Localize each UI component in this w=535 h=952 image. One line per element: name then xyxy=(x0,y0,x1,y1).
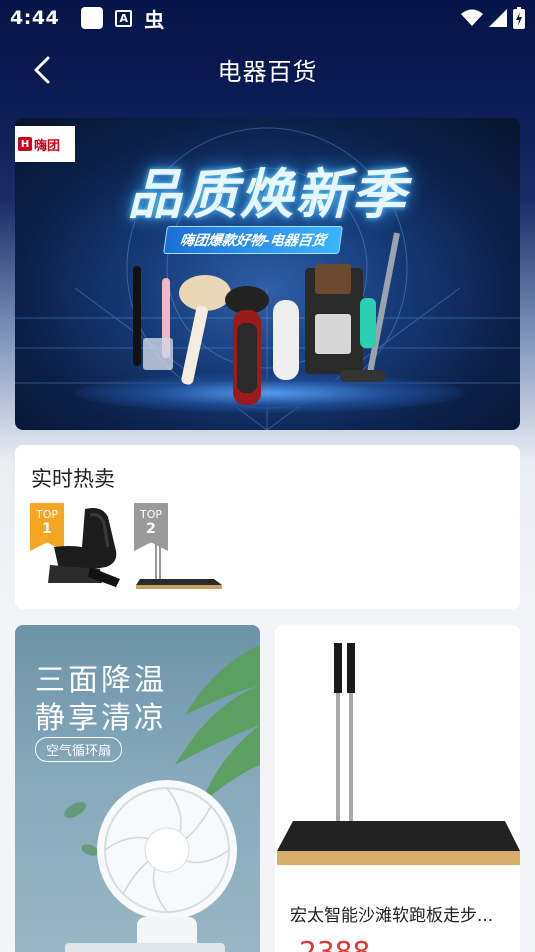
product-title: 宏太智能沙滩软跑板走步... xyxy=(290,906,494,926)
system-icons xyxy=(461,7,525,29)
status-time: 4:44 xyxy=(10,7,60,29)
coffee-machine-icon xyxy=(305,264,363,374)
bug-icon: 虫 xyxy=(144,7,165,32)
electric-toothbrush-icon xyxy=(133,266,173,370)
wifi-icon xyxy=(461,9,483,26)
promo-banner[interactable]: H 嗨团 品质焕新季 嗨团爆款好物-电器百货 xyxy=(15,118,520,430)
banner-products-illustration xyxy=(133,232,400,405)
hot-sale-title: 实时热卖 xyxy=(31,467,115,491)
page-title: 电器百货 xyxy=(217,58,318,86)
massage-chair-image xyxy=(48,508,120,587)
hair-dryer-icon xyxy=(179,275,231,385)
fan-image xyxy=(65,780,237,952)
hot-sale-item[interactable]: TOP 2 xyxy=(134,503,226,591)
notification-icons: A 虫 xyxy=(81,4,164,33)
hot-sale-card: 实时热卖 TOP 1 TOP 2 xyxy=(15,445,520,609)
product-card[interactable]: 宏太智能沙滩软跑板走步... 2388 xyxy=(275,625,520,952)
a-icon: A xyxy=(115,9,133,27)
promo-product-card[interactable]: 三面降温 静享清凉 空气循环扇 xyxy=(15,625,260,952)
signal-icon xyxy=(489,9,507,27)
shaver-icon xyxy=(225,286,269,405)
status-bar: 4:44 A 虫 xyxy=(0,0,535,36)
treadmill-image xyxy=(136,543,222,589)
hot-sale-item[interactable]: TOP 1 xyxy=(30,503,122,591)
trimmer-icon xyxy=(273,300,299,380)
square-icon xyxy=(81,7,104,29)
product-price: 2388 xyxy=(299,935,371,952)
product-image xyxy=(277,643,520,865)
battery-charging-icon xyxy=(513,7,525,29)
app-header: 电器百货 xyxy=(0,36,535,104)
